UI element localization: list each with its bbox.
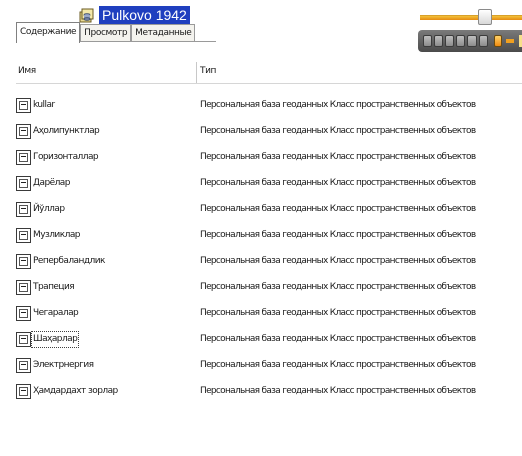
toolbar-button-3[interactable] [445,35,455,47]
item-name: Ҳамдардахт зорлар [33,386,118,396]
tab-contents[interactable]: Содержание [16,22,81,43]
item-name: Чегаралар [33,308,79,318]
item-type: Персональная база геоданных Класс простр… [200,386,476,396]
item-type: Персональная база геоданных Класс простр… [200,308,476,318]
list-item[interactable]: Дарёлар Персональная база геоданных Клас… [16,175,522,195]
toolbar-button-5[interactable] [467,35,477,47]
tab-metadata[interactable]: Метаданные [131,24,196,42]
list-item[interactable]: Трапеция Персональная база геоданных Кла… [16,279,522,299]
item-name: Репербаландлик [33,256,105,266]
list-item[interactable]: Чегаралар Персональная база геоданных Кл… [16,305,522,325]
item-type: Персональная база геоданных Класс простр… [200,360,476,370]
polygon-feature-class-icon [16,228,31,243]
item-name: Дарёлар [33,178,70,188]
slider-track [420,15,522,20]
list-item[interactable]: Горизонталлар Персональная база геоданны… [16,149,522,169]
column-header-type[interactable]: Тип [200,66,216,76]
toolbar-button-6[interactable] [478,35,488,47]
toolbar-highlight-icon[interactable] [493,35,502,47]
list-item[interactable]: Аҳолипунктлар Персональная база геоданны… [16,123,522,143]
item-name: Горизонталлар [33,152,99,162]
item-name: Музликлар [33,230,81,240]
line-feature-class-icon [16,280,31,295]
zoom-slider[interactable] [420,8,522,25]
item-name: Шаҳарлар [30,331,80,348]
tab-preview[interactable]: Просмотр [80,24,132,42]
slider-thumb[interactable] [478,9,492,25]
tab-strip: Содержание Просмотр Метаданные [16,22,196,43]
list-item[interactable]: Репербаландлик Персональная база геоданн… [16,253,522,273]
list-item[interactable]: Музликлар Персональная база геоданных Кл… [16,227,522,247]
list-item[interactable]: Электрнергия Персональная база геоданных… [16,357,522,377]
item-type: Персональная база геоданных Класс простр… [200,204,476,214]
item-type: Персональная база геоданных Класс простр… [200,282,476,292]
line-feature-class-icon [16,176,31,191]
item-type: Персональная база геоданных Класс простр… [200,230,476,240]
toolbar-button-1[interactable] [423,35,433,47]
toolbar-bar-icon [505,39,514,43]
line-feature-class-icon [16,150,31,165]
line-feature-class-icon [16,358,31,373]
line-feature-class-icon [16,98,31,113]
item-type: Персональная база геоданных Класс простр… [200,152,476,162]
toolbar-button-2[interactable] [434,35,444,47]
header-divider [16,83,522,84]
item-name: Аҳолипунктлар [33,126,100,136]
item-name: kullar [33,100,55,110]
item-type: Персональная база геоданных Класс простр… [200,126,476,136]
item-type: Персональная база геоданных Класс простр… [200,334,476,344]
item-type: Персональная база геоданных Класс простр… [200,100,476,110]
column-separator[interactable] [196,62,197,84]
item-name: Йўллар [33,204,65,214]
column-header-name[interactable]: Имя [18,66,36,76]
list-item[interactable]: Шаҳарлар Персональная база геоданных Кла… [16,331,522,351]
toolbar-button-4[interactable] [456,35,466,47]
line-feature-class-icon [16,306,31,321]
polygon-feature-class-icon [16,384,31,399]
toolbar [418,30,522,52]
list-item[interactable]: Ҳамдардахт зорлар Персональная база геод… [16,383,522,403]
list-item[interactable]: kullar Персональная база геоданных Класс… [16,97,522,117]
list-item[interactable]: Йўллар Персональная база геоданных Класс… [16,201,522,221]
polygon-feature-class-icon [16,124,31,139]
item-name: Трапеция [33,282,75,292]
point-feature-class-icon [16,254,31,269]
item-type: Персональная база геоданных Класс простр… [200,256,476,266]
catalog-window: Pulkovo 1942 Содержание Просмотр Метадан… [0,0,522,456]
item-name: Электрнергия [33,360,94,370]
item-type: Персональная база геоданных Класс простр… [200,178,476,188]
line-feature-class-icon [16,202,31,217]
point-feature-class-icon [16,332,31,347]
